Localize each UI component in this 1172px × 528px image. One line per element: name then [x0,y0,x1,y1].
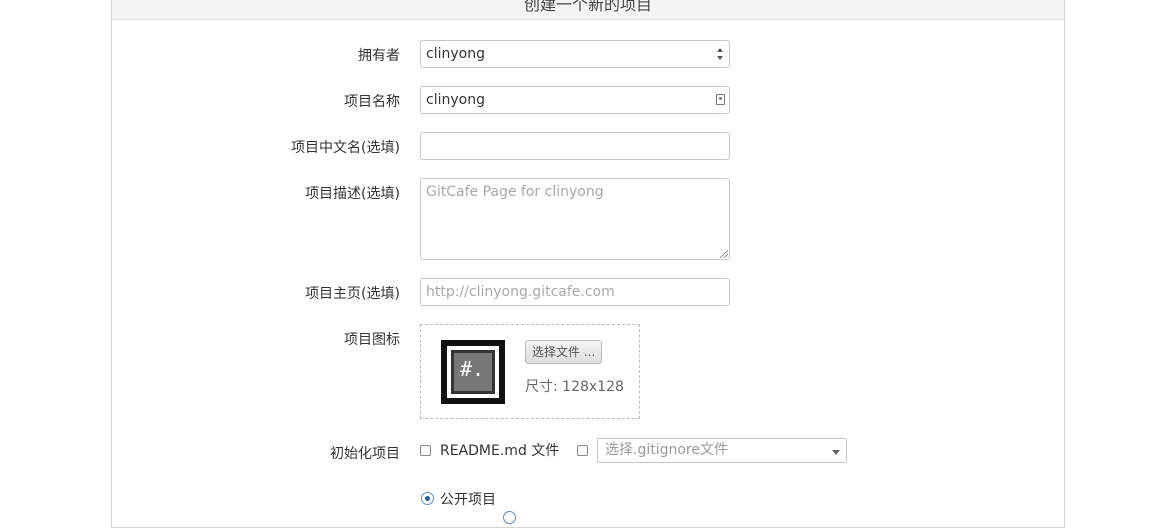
project-name-label: 项目名称 [344,94,400,110]
private-radio[interactable] [503,511,516,524]
description-textarea[interactable]: GitCafe Page for clinyong [420,178,730,260]
cn-name-label: 项目中文名(选填) [291,140,400,156]
homepage-input[interactable]: http://clinyong.gitcafe.com [420,278,730,306]
updown-arrows-icon [717,48,723,60]
project-name-input[interactable]: clinyong [420,86,730,114]
project-icon-box: #. 选择文件 ... 尺寸: 128x128 [420,324,640,419]
owner-label: 拥有者 [358,48,400,64]
icon-size-text: 尺寸: 128x128 [525,379,624,395]
contact-card-icon[interactable] [716,94,725,105]
gitignore-select[interactable]: 选择.gitignore文件 [597,438,847,463]
readme-checkbox[interactable] [420,445,431,456]
gitignore-placeholder: 选择.gitignore文件 [605,442,728,458]
owner-select[interactable]: clinyong [420,40,730,68]
chevron-down-icon [832,450,840,455]
readme-label: README.md 文件 [440,443,560,459]
public-radio[interactable] [421,492,434,505]
project-icon-label: 项目图标 [344,332,400,348]
gitignore-checkbox[interactable] [577,445,588,456]
homepage-placeholder: http://clinyong.gitcafe.com [426,284,615,300]
create-project-panel: 创建一个新的项目 [111,0,1065,528]
choose-file-button[interactable]: 选择文件 ... [525,340,603,364]
description-label: 项目描述(选填) [305,186,400,202]
project-icon-glyph: #. [460,357,485,381]
cn-name-input[interactable] [420,132,730,160]
owner-value: clinyong [426,46,485,62]
resize-handle[interactable] [720,250,728,258]
homepage-label: 项目主页(选填) [305,286,400,302]
project-name-value: clinyong [426,92,485,108]
description-placeholder: GitCafe Page for clinyong [426,184,604,200]
panel-header: 创建一个新的项目 [112,0,1064,20]
init-project-label: 初始化项目 [330,446,400,462]
page-title: 创建一个新的项目 [523,0,652,14]
public-label: 公开项目 [440,492,496,508]
project-icon: #. [441,340,505,404]
